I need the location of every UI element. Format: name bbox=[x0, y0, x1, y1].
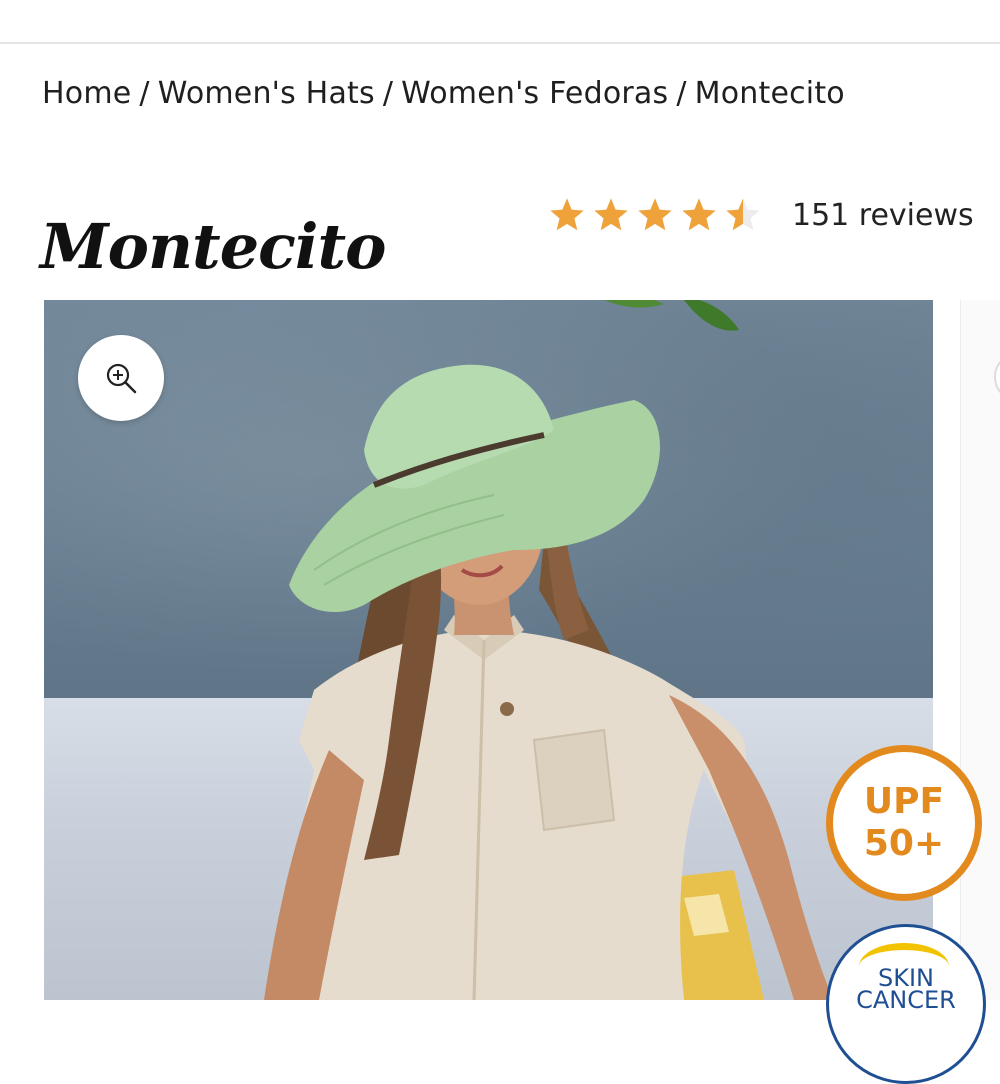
rating-stars bbox=[548, 196, 762, 234]
product-image[interactable] bbox=[44, 300, 933, 1000]
top-header-bar bbox=[0, 0, 1000, 44]
breadcrumb-current: Montecito bbox=[694, 76, 845, 111]
skin-cancer-foundation-seal: SKIN CANCER bbox=[826, 924, 986, 1084]
zoom-button[interactable] bbox=[78, 335, 164, 421]
next-image-preview[interactable] bbox=[960, 300, 1000, 1000]
star-icon bbox=[638, 198, 672, 231]
reviews-link[interactable]: 151 reviews bbox=[792, 198, 974, 233]
breadcrumb-home[interactable]: Home bbox=[42, 76, 131, 111]
breadcrumb: Home / Women's Hats / Women's Fedoras / Montec… bbox=[42, 76, 845, 111]
product-rating[interactable]: 151 reviews bbox=[548, 196, 974, 234]
star-icon bbox=[594, 198, 628, 231]
upf-badge-line2: 50+ bbox=[863, 823, 945, 864]
star-icon bbox=[550, 198, 584, 231]
star-icon bbox=[682, 198, 716, 231]
breadcrumb-separator: / bbox=[139, 76, 150, 111]
star-icon bbox=[726, 198, 760, 231]
upf-badge-line1: UPF bbox=[863, 781, 945, 822]
seal-text: SKIN CANCER bbox=[856, 964, 956, 1014]
breadcrumb-separator: / bbox=[382, 76, 394, 111]
upf-badge: UPF 50+ bbox=[826, 745, 982, 901]
product-title: Montecito bbox=[40, 209, 386, 283]
breadcrumb-womens-fedoras[interactable]: Women's Fedoras bbox=[401, 76, 668, 111]
breadcrumb-separator: / bbox=[676, 76, 687, 111]
breadcrumb-womens-hats[interactable]: Women's Hats bbox=[158, 76, 375, 111]
model-illustration bbox=[264, 300, 834, 1000]
zoom-in-icon bbox=[106, 363, 137, 394]
